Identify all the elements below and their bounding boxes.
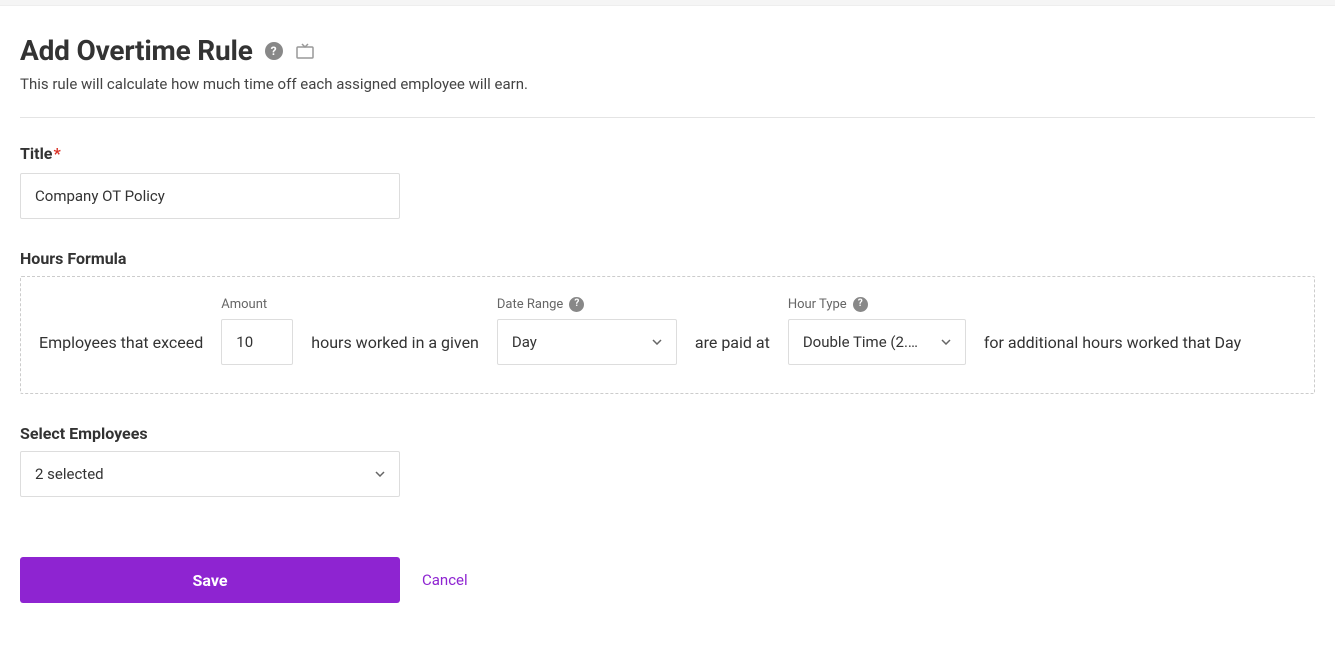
video-icon[interactable] (295, 43, 315, 59)
hour-type-select[interactable]: Double Time (2.… (788, 319, 966, 365)
chevron-down-icon (375, 471, 385, 477)
hours-formula-label: Hours Formula (20, 249, 1315, 268)
title-input[interactable] (20, 173, 400, 219)
formula-text-exceed: Employees that exceed (39, 319, 203, 365)
amount-input[interactable] (221, 319, 293, 365)
formula-text-hours-worked: hours worked in a given (311, 319, 479, 365)
hour-type-label: Hour Type (788, 297, 847, 312)
date-range-label: Date Range (497, 297, 563, 312)
cancel-button[interactable]: Cancel (422, 571, 468, 589)
title-label: Title* (20, 144, 1315, 163)
amount-label: Amount (221, 295, 293, 313)
help-icon[interactable]: ? (853, 297, 868, 312)
help-icon[interactable]: ? (569, 297, 584, 312)
chevron-down-icon (941, 339, 951, 345)
employees-select[interactable]: 2 selected (20, 451, 400, 497)
select-employees-label: Select Employees (20, 424, 1315, 443)
page-subtitle: This rule will calculate how much time o… (20, 75, 1315, 93)
chevron-down-icon (652, 339, 662, 345)
date-range-select[interactable]: Day (497, 319, 677, 365)
formula-text-additional: for additional hours worked that Day (984, 319, 1241, 365)
hours-formula-box: Employees that exceed Amount hours worke… (20, 276, 1315, 394)
divider (20, 117, 1315, 118)
page-title: Add Overtime Rule (20, 34, 253, 67)
formula-text-paid-at: are paid at (695, 319, 770, 365)
save-button[interactable]: Save (20, 557, 400, 603)
help-icon[interactable]: ? (265, 42, 283, 60)
